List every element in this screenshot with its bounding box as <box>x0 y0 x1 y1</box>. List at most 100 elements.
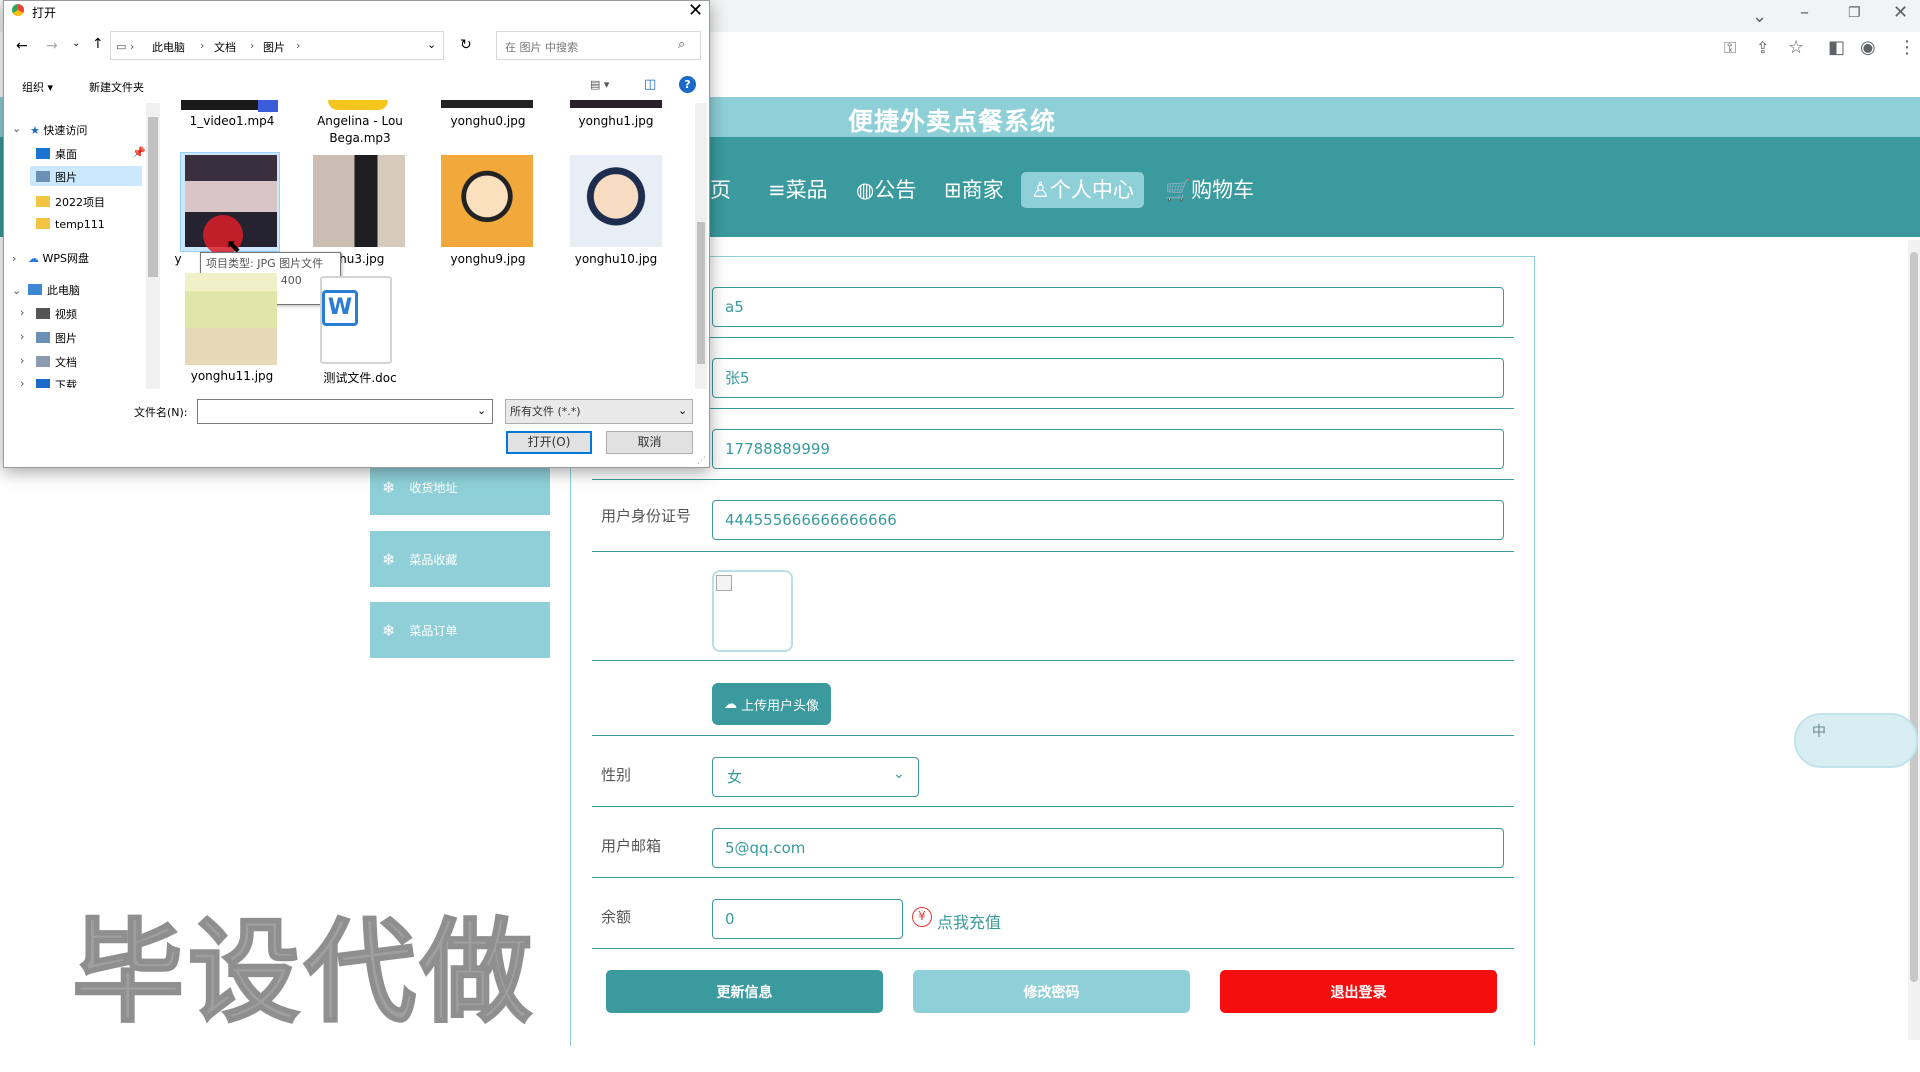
tree-item-this-pc[interactable]: 此电脑 <box>28 282 80 298</box>
preview-pane-icon[interactable]: ◫ <box>644 77 656 92</box>
file-name[interactable]: yonghu10.jpg <box>556 252 676 266</box>
phone-input[interactable]: 17788889999 <box>712 429 1504 469</box>
tree-item-videos[interactable]: 视频 <box>36 306 77 322</box>
resize-grip-icon[interactable]: ⋰ <box>697 456 706 466</box>
gender-select[interactable]: 女 <box>712 757 919 797</box>
chevron-right-icon[interactable]: › <box>20 377 24 388</box>
path-segment[interactable]: 图片 <box>263 39 285 55</box>
image-thumbnail[interactable] <box>441 100 533 108</box>
file-name[interactable]: yonghu9.jpg <box>428 252 548 266</box>
menu-icon[interactable]: ⋮ <box>1898 37 1916 58</box>
cancel-button[interactable]: 取消 <box>606 431 693 454</box>
close-window-icon[interactable]: ✕ <box>1893 2 1908 23</box>
nav-announcements[interactable]: ◍公告 <box>846 172 926 208</box>
sidepanel-icon[interactable]: ◧ <box>1828 37 1845 58</box>
chevron-down-icon[interactable]: ⌄ <box>1752 6 1767 27</box>
file-name[interactable]: 测试文件.doc <box>300 369 420 386</box>
open-button[interactable]: 打开(O) <box>506 431 592 454</box>
side-item-orders[interactable]: ❄ 菜品订单 <box>370 602 550 658</box>
recharge-link[interactable]: 点我充值 <box>937 909 1001 933</box>
update-info-button[interactable]: 更新信息 <box>606 970 883 1013</box>
key-icon[interactable]: ⚿ <box>1724 38 1736 58</box>
email-label: 用户邮箱 <box>601 837 662 855</box>
folder-icon <box>36 196 50 207</box>
tree-item-documents[interactable]: 文档 <box>36 354 77 370</box>
organize-button[interactable]: 组织 ▾ <box>22 79 53 95</box>
image-thumbnail[interactable] <box>570 100 662 108</box>
cloud-icon: ☁ <box>28 252 43 265</box>
side-item-label: 收货地址 <box>409 480 458 495</box>
chevron-right-icon[interactable]: › <box>20 306 24 319</box>
refresh-icon[interactable]: ↻ <box>460 37 472 53</box>
tree-item-label: temp111 <box>55 218 105 231</box>
side-item-favorites[interactable]: ❄ 菜品收藏 <box>370 531 550 587</box>
tree-item-quick-access[interactable]: ★ 快速访问 <box>30 122 87 138</box>
tree-item-pictures[interactable]: 图片 <box>30 166 142 186</box>
nav-cart[interactable]: 🛒购物车 <box>1155 172 1264 208</box>
file-name[interactable]: 1_video1.mp4 <box>172 114 292 128</box>
close-icon[interactable]: ✕ <box>688 0 703 21</box>
back-arrow-icon[interactable]: ← <box>16 38 28 54</box>
nav-personal-center[interactable]: ♙个人中心 <box>1021 172 1144 208</box>
tree-item-2022-project[interactable]: 2022项目 <box>36 194 105 210</box>
email-input[interactable]: 5@qq.com <box>712 828 1504 868</box>
image-thumbnail[interactable] <box>313 155 405 247</box>
filetype-select[interactable]: 所有文件 (*.*) <box>505 399 693 424</box>
tree-item-desktop[interactable]: 桌面 <box>36 146 77 162</box>
chevron-right-icon[interactable]: › <box>20 354 24 367</box>
file-name[interactable]: Angelina - Lou <box>300 114 420 128</box>
chevron-right-icon[interactable]: › <box>20 330 24 343</box>
chevron-down-icon[interactable]: ⌄ <box>12 284 21 297</box>
search-icon[interactable]: ⌕ <box>678 37 685 52</box>
bookmark-star-icon[interactable]: ☆ <box>1788 37 1804 58</box>
id-label: 用户身份证号 <box>601 507 692 525</box>
chevron-right-icon: › <box>250 39 255 52</box>
upload-avatar-button[interactable]: ☁ 上传用户头像 <box>712 683 831 725</box>
nav-merchants[interactable]: ⊞商家 <box>934 172 1014 208</box>
up-arrow-icon[interactable]: ↑ <box>92 36 104 52</box>
share-icon[interactable]: ⇪ <box>1756 38 1769 57</box>
chevron-down-icon[interactable]: ⌄ <box>678 404 687 417</box>
forward-arrow-icon[interactable]: → <box>46 38 58 54</box>
tree-item-label: 桌面 <box>55 148 77 161</box>
chevron-right-icon[interactable]: › <box>12 252 16 265</box>
chevron-down-icon[interactable]: ⌄ <box>477 404 486 417</box>
id-number-input[interactable]: 444555666666666666 <box>712 500 1504 540</box>
audio-file-icon[interactable] <box>328 100 388 110</box>
path-segment[interactable]: 文档 <box>214 39 236 55</box>
view-options-icon[interactable]: ▤ ▾ <box>590 78 609 91</box>
chevron-down-icon[interactable]: ⌄ <box>427 38 436 51</box>
change-password-button[interactable]: 修改密码 <box>913 970 1190 1013</box>
chevron-down-icon: ⌄ <box>893 766 905 782</box>
image-thumbnail-cartoon[interactable] <box>441 155 533 247</box>
file-name[interactable]: yonghu11.jpg <box>172 369 292 383</box>
balance-input[interactable]: 0 <box>712 899 903 939</box>
tree-item-temp[interactable]: temp111 <box>36 218 105 231</box>
file-name[interactable]: yonghu0.jpg <box>428 114 548 128</box>
nav-dishes[interactable]: ≡菜品 <box>758 172 838 208</box>
page-scrollbar-thumb[interactable] <box>1910 252 1918 982</box>
chevron-down-icon[interactable]: ⌄ <box>72 38 80 49</box>
search-placeholder: 在 图片 中搜索 <box>505 41 578 54</box>
minimize-icon[interactable]: – <box>1800 2 1809 23</box>
upload-avatar-label: 上传用户头像 <box>740 698 819 714</box>
tree-item-pictures-pc[interactable]: 图片 <box>36 330 77 346</box>
filename-input[interactable] <box>197 399 493 424</box>
name-input[interactable]: 张5 <box>712 358 1504 398</box>
path-segment[interactable]: 此电脑 <box>152 39 185 55</box>
side-item-label: 菜品收藏 <box>409 552 458 567</box>
help-icon[interactable]: ? <box>679 76 696 93</box>
logout-button[interactable]: 退出登录 <box>1220 970 1497 1013</box>
tree-item-downloads[interactable]: 下载 <box>36 377 77 388</box>
restore-icon[interactable]: ❐ <box>1848 5 1861 21</box>
chevron-down-icon[interactable]: ⌄ <box>12 122 21 135</box>
files-scrollbar-thumb[interactable] <box>697 222 705 364</box>
new-folder-button[interactable]: 新建文件夹 <box>89 79 144 95</box>
profile-icon[interactable]: ◉ <box>1860 37 1876 58</box>
image-thumbnail-anime[interactable] <box>185 273 277 365</box>
file-name[interactable]: yonghu1.jpg <box>556 114 676 128</box>
username-input[interactable]: a5 <box>712 287 1504 327</box>
image-thumbnail-cartoon[interactable] <box>570 155 662 247</box>
tree-item-wps[interactable]: ☁ WPS网盘 <box>28 250 89 266</box>
file-name[interactable]: Bega.mp3 <box>300 131 420 145</box>
